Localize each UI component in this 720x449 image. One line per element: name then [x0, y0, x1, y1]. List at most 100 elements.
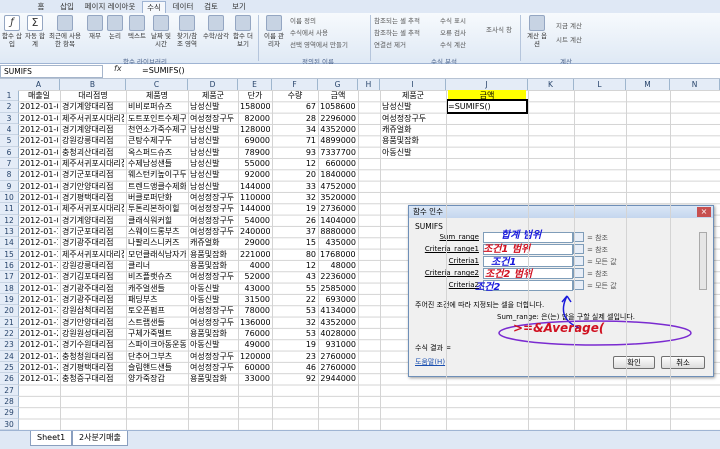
table-header-cell[interactable]: 수량	[274, 90, 316, 101]
table-cell[interactable]: 4028000	[320, 328, 356, 339]
summary-item[interactable]: 아동신발	[382, 147, 444, 158]
table-cell[interactable]: 여성정장구두	[190, 192, 236, 203]
column-header-h[interactable]: H	[358, 79, 380, 90]
summary-item[interactable]: 캐쥬얼화	[382, 124, 444, 135]
table-cell[interactable]: 69000	[240, 135, 270, 146]
table-header-cell[interactable]: 금액	[320, 90, 356, 101]
column-header-n[interactable]: N	[670, 79, 720, 90]
table-cell[interactable]: 693000	[320, 294, 356, 305]
column-header-g[interactable]: G	[318, 79, 358, 90]
table-cell[interactable]: 76000	[240, 328, 270, 339]
table-cell[interactable]: 34	[274, 124, 316, 135]
table-cell[interactable]: 여성정장구두	[190, 203, 236, 214]
row-header[interactable]: 5	[0, 135, 18, 147]
table-cell[interactable]: 경기안양대리점	[62, 181, 124, 192]
row-header[interactable]: 25	[0, 362, 18, 374]
table-cell[interactable]: 22	[274, 294, 316, 305]
table-cell[interactable]: 제주서귀포시대리점	[62, 249, 124, 260]
table-cell[interactable]: 2944000	[320, 373, 356, 384]
table-cell[interactable]: 2760000	[320, 362, 356, 373]
table-header-cell[interactable]: 제품군	[190, 90, 236, 101]
tab-home[interactable]: 홈	[30, 1, 52, 13]
calculate-sheet-button[interactable]: 시트 계산	[556, 35, 582, 45]
insert-function-button[interactable]: ƒ 함수 삽입	[2, 15, 22, 48]
table-cell[interactable]: 비비로퍼슈즈	[128, 101, 186, 112]
row-header[interactable]: 20	[0, 305, 18, 317]
table-cell[interactable]: 수제남성샌들	[128, 158, 186, 169]
table-cell[interactable]: 19	[274, 203, 316, 214]
table-cell[interactable]: 54000	[240, 215, 270, 226]
table-cell[interactable]: 4752000	[320, 181, 356, 192]
lookup-reference-button[interactable]: 찾기/참조 영역	[174, 15, 200, 48]
sheet-tab-q2-sales[interactable]: 2사분기매출	[72, 431, 128, 446]
table-cell[interactable]: 31500	[240, 294, 270, 305]
table-cell[interactable]: 아동신발	[190, 339, 236, 350]
evaluate-formula-button[interactable]: 수식 계산	[440, 40, 466, 50]
table-cell[interactable]: 29000	[240, 237, 270, 248]
tab-data[interactable]: 데이터	[170, 1, 196, 13]
table-cell[interactable]: 33000	[240, 373, 270, 384]
table-cell[interactable]: 남성신발	[190, 181, 236, 192]
table-cell[interactable]: 120000	[240, 351, 270, 362]
remove-arrows-button[interactable]: 연결선 제거	[374, 40, 406, 50]
table-cell[interactable]: 도트포인트수제구두	[128, 113, 186, 124]
table-cell[interactable]: 2012-01-05	[20, 158, 58, 169]
table-cell[interactable]: 43000	[240, 283, 270, 294]
column-header-b[interactable]: B	[60, 79, 126, 90]
cancel-button[interactable]: 취소	[661, 356, 705, 369]
table-cell[interactable]: 클리너	[128, 260, 186, 271]
date-time-button[interactable]: 날짜 및 시간	[150, 15, 172, 48]
table-cell[interactable]: 경기평택대리점	[62, 362, 124, 373]
financial-button[interactable]: 재무	[86, 15, 104, 40]
column-header-j[interactable]: J	[446, 79, 528, 90]
table-cell[interactable]: 2012-01-26	[20, 362, 58, 373]
table-cell[interactable]: 충청청원대리점	[62, 351, 124, 362]
text-button[interactable]: 텍스트	[126, 15, 148, 40]
table-cell[interactable]: 2012-01-11	[20, 226, 58, 237]
table-header-cell[interactable]: 매출일	[20, 90, 58, 101]
table-header-cell[interactable]: 제품명	[128, 90, 186, 101]
table-cell[interactable]: 48000	[320, 260, 356, 271]
ok-button[interactable]: 확인	[613, 356, 655, 369]
row-header[interactable]: 17	[0, 271, 18, 283]
row-header[interactable]: 13	[0, 226, 18, 238]
table-cell[interactable]: 67	[274, 101, 316, 112]
table-cell[interactable]: 2585000	[320, 283, 356, 294]
table-cell[interactable]: 토오픈펌프	[128, 305, 186, 316]
table-cell[interactable]: 144000	[240, 181, 270, 192]
row-header[interactable]: 4	[0, 124, 18, 136]
table-cell[interactable]: 경기평택대리점	[62, 192, 124, 203]
table-cell[interactable]: 28	[274, 113, 316, 124]
row-header[interactable]: 18	[0, 283, 18, 294]
table-cell[interactable]: 2012-01-08	[20, 192, 58, 203]
table-cell[interactable]: 7337700	[320, 147, 356, 158]
show-formulas-button[interactable]: 수식 표시	[440, 16, 466, 26]
more-functions-button[interactable]: 함수 더 보기	[232, 15, 254, 48]
table-cell[interactable]: 버클로퍼단화	[128, 192, 186, 203]
table-cell[interactable]: 4899000	[320, 135, 356, 146]
table-cell[interactable]: 2012-01-14	[20, 271, 58, 282]
table-cell[interactable]: 4352000	[320, 317, 356, 328]
watch-window-button[interactable]: 조사식 창	[486, 25, 512, 35]
table-cell[interactable]: 2012-01-02	[20, 101, 58, 112]
row-header[interactable]: 3	[0, 113, 18, 124]
row-header[interactable]: 21	[0, 317, 18, 328]
row-header[interactable]: 15	[0, 249, 18, 260]
table-cell[interactable]: 1840000	[320, 169, 356, 180]
table-cell[interactable]: 슬림핸드샌들	[128, 362, 186, 373]
table-cell[interactable]: 경기군포대리점	[62, 226, 124, 237]
formula-input[interactable]: =SUMIFS()	[142, 65, 185, 76]
name-box[interactable]: SUMIFS	[0, 65, 103, 78]
table-cell[interactable]: 2012-01-13	[20, 249, 58, 260]
table-cell[interactable]: 2012-01-13	[20, 237, 58, 248]
row-header[interactable]: 6	[0, 147, 18, 158]
table-cell[interactable]: 2012-01-03	[20, 135, 58, 146]
table-cell[interactable]: 강원강릉대리점	[62, 135, 124, 146]
table-cell[interactable]: 남성신발	[190, 169, 236, 180]
table-cell[interactable]: 옥스퍼드슈즈	[128, 147, 186, 158]
row-header[interactable]: 22	[0, 328, 18, 340]
table-cell[interactable]: 구체가죽벨트	[128, 328, 186, 339]
table-cell[interactable]: 144000	[240, 203, 270, 214]
table-cell[interactable]: 패딩부츠	[128, 294, 186, 305]
table-cell[interactable]: 아동신발	[190, 294, 236, 305]
